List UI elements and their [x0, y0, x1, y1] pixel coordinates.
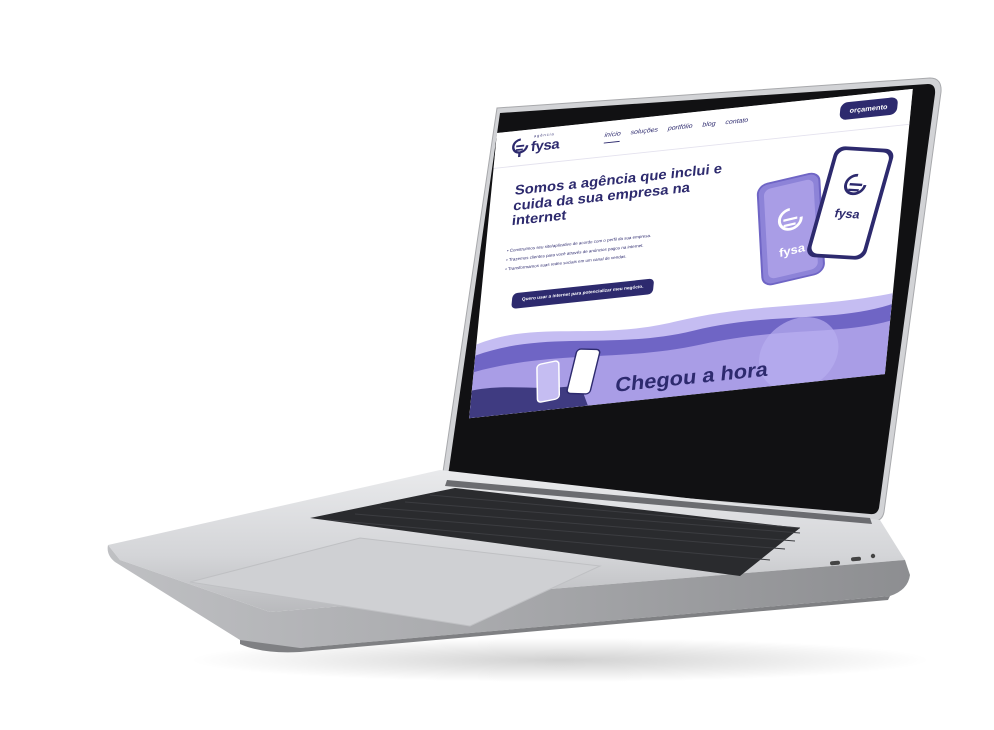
product-photo: agência fysa início soluções portfólio b…: [0, 0, 994, 730]
hero-title: Somos a agência que inclui e cuida da su…: [511, 160, 723, 229]
nav-item-blog[interactable]: blog: [702, 121, 716, 133]
audio-jack: [870, 553, 876, 559]
nav-item-solucoes[interactable]: soluções: [630, 127, 658, 141]
site-logo[interactable]: agência fysa: [510, 131, 561, 159]
phone-front-wordmark: fysa: [833, 206, 863, 221]
main-nav: início soluções portfólio blog contato: [603, 117, 748, 144]
logo-wordmark: fysa: [530, 135, 561, 155]
orcamento-button[interactable]: orçamento: [838, 96, 899, 121]
website-screen: agência fysa início soluções portfólio b…: [469, 88, 913, 419]
nav-item-portfolio[interactable]: portfólio: [667, 123, 693, 137]
nav-item-contato[interactable]: contato: [725, 117, 748, 130]
nav-item-inicio[interactable]: início: [603, 130, 622, 144]
hero-bullet-list: Construímos seu site/aplicativo de acord…: [505, 233, 652, 276]
phones-illustration: fysa fysa: [756, 146, 894, 286]
fysa-logo-icon: [512, 138, 529, 158]
